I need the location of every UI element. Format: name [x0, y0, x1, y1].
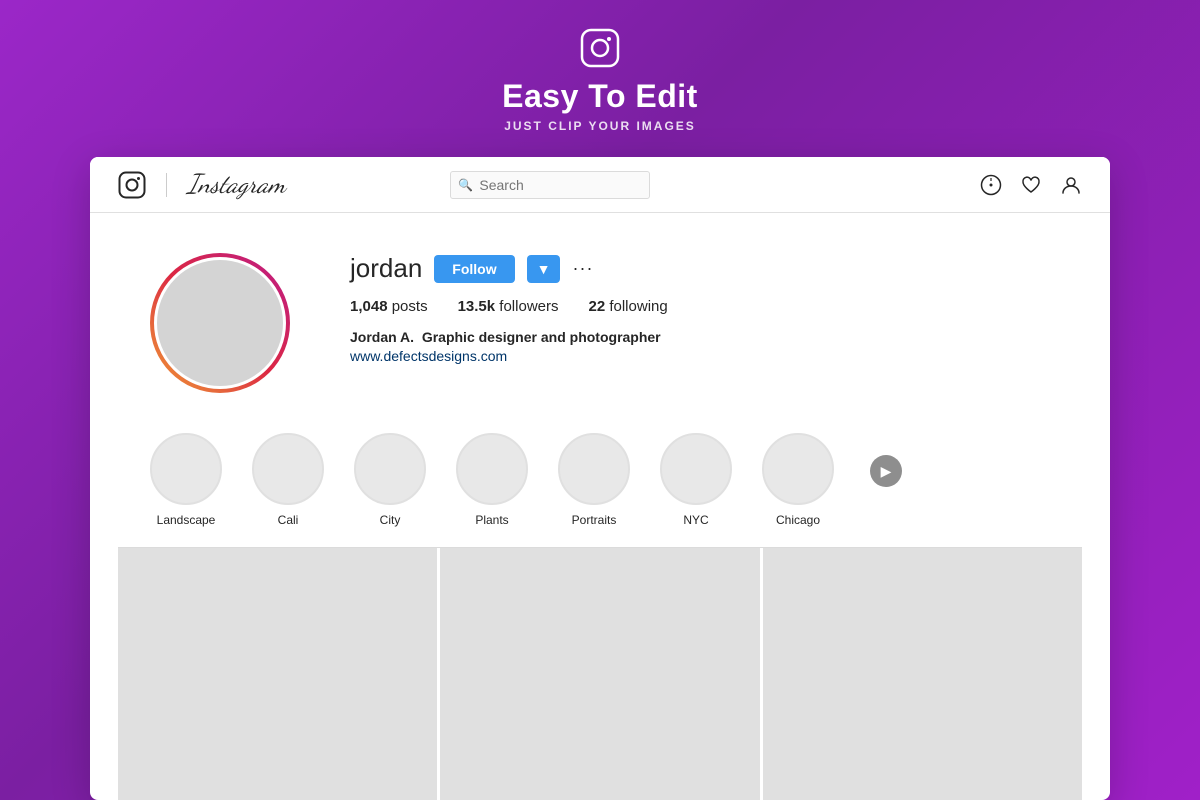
posts-stat: 1,048 posts — [350, 298, 428, 315]
highlight-item[interactable]: Cali — [252, 433, 324, 527]
search-icon: 🔍 — [458, 178, 473, 192]
username: jordan — [350, 253, 422, 284]
highlight-circle — [762, 433, 834, 505]
search-area[interactable]: 🔍 — [450, 171, 650, 199]
stats-row: 1,048 posts 13.5k followers 22 following — [350, 298, 1050, 315]
bio-section: Jordan A. Graphic designer and photograp… — [350, 329, 1050, 364]
highlights-next-button[interactable]: ▶ — [870, 455, 902, 487]
bio-description: Graphic designer and photographer — [422, 329, 661, 345]
highlight-circle — [660, 433, 732, 505]
highlight-circle — [558, 433, 630, 505]
instagram-navbar: Instagram 🔍 — [90, 157, 1110, 213]
followers-stat: 13.5k followers — [458, 298, 559, 315]
highlight-item[interactable]: Plants — [456, 433, 528, 527]
profile-info: jordan Follow ▼ ··· 1,048 posts 13.5k fo… — [350, 253, 1050, 364]
posts-grid — [90, 548, 1110, 800]
more-options-button[interactable]: ··· — [572, 258, 593, 279]
following-stat: 22 following — [588, 298, 667, 315]
highlight-label: Landscape — [157, 513, 216, 527]
avatar — [154, 257, 286, 389]
compass-icon[interactable] — [980, 174, 1002, 196]
highlight-circle — [354, 433, 426, 505]
bio-name: Jordan A. Graphic designer and photograp… — [350, 329, 1050, 345]
highlight-label: Portraits — [572, 513, 617, 527]
page-subtitle: JUST CLIP YOUR IMAGES — [504, 119, 696, 133]
highlight-label: Cali — [278, 513, 299, 527]
profile-top-row: jordan Follow ▼ ··· — [350, 253, 1050, 284]
highlight-item[interactable]: Landscape — [150, 433, 222, 527]
post-item[interactable] — [440, 548, 759, 800]
main-card: Instagram 🔍 — [90, 157, 1110, 800]
highlight-circle — [456, 433, 528, 505]
highlight-circle — [252, 433, 324, 505]
post-item[interactable] — [763, 548, 1082, 800]
highlight-label: Chicago — [776, 513, 820, 527]
highlight-circle — [150, 433, 222, 505]
search-input[interactable] — [450, 171, 650, 199]
nav-icon-group — [980, 174, 1082, 196]
instagram-wordmark: Instagram — [187, 169, 286, 200]
highlights-section: Landscape Cali City Plants Portraits NYC… — [90, 423, 1110, 547]
page-title: Easy To Edit — [502, 78, 698, 115]
follow-button[interactable]: Follow — [434, 255, 514, 283]
instagram-header-icon — [580, 28, 620, 68]
header-area: Easy To Edit JUST CLIP YOUR IMAGES — [0, 0, 1200, 157]
highlight-label: Plants — [475, 513, 508, 527]
avatar-ring — [150, 253, 290, 393]
post-item[interactable] — [118, 548, 437, 800]
highlight-item[interactable]: Chicago — [762, 433, 834, 527]
avatar-container — [150, 253, 290, 393]
highlight-item[interactable]: NYC — [660, 433, 732, 527]
profile-section: jordan Follow ▼ ··· 1,048 posts 13.5k fo… — [90, 213, 1110, 423]
bio-link[interactable]: www.defectsdesigns.com — [350, 348, 1050, 364]
dropdown-button[interactable]: ▼ — [527, 255, 561, 283]
nav-instagram-icon — [118, 171, 146, 199]
highlight-label: NYC — [683, 513, 708, 527]
profile-icon[interactable] — [1060, 174, 1082, 196]
nav-divider — [166, 173, 167, 197]
highlight-item[interactable]: Portraits — [558, 433, 630, 527]
logo-area: Instagram — [118, 169, 286, 200]
highlight-label: City — [380, 513, 401, 527]
highlight-item[interactable]: City — [354, 433, 426, 527]
heart-icon[interactable] — [1020, 174, 1042, 196]
